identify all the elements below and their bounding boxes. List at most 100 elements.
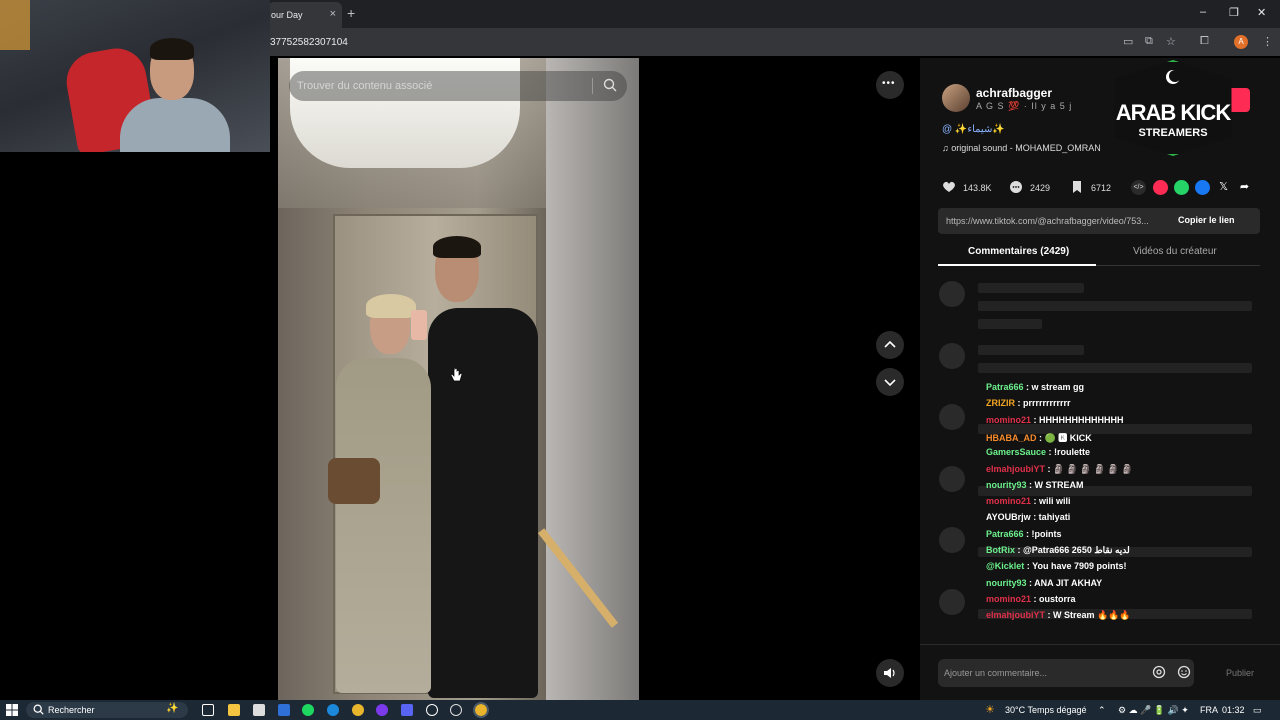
obs-icon[interactable] — [450, 704, 462, 716]
more-icon: ••• — [882, 78, 896, 89]
extensions-icon[interactable]: ⧠ — [1200, 35, 1209, 48]
chat-text: : HHHHHHHHHHHHH — [1031, 414, 1124, 425]
heart-icon[interactable] — [942, 180, 956, 194]
chrome-active-icon[interactable] — [473, 702, 489, 718]
previous-video-button[interactable] — [876, 331, 904, 359]
chat-username[interactable]: momino21 — [986, 415, 1031, 425]
chat-username[interactable]: HBABA_AD — [986, 433, 1037, 443]
chat-username[interactable]: nourity93 — [986, 480, 1027, 490]
facebook-icon[interactable] — [1195, 180, 1210, 195]
bookmark-star-icon[interactable]: ☆ — [1166, 35, 1176, 48]
phone — [411, 310, 427, 340]
repost-icon[interactable] — [1153, 180, 1168, 195]
browser-tab[interactable]: our Day × — [268, 2, 342, 28]
tray-icons[interactable]: ⚙ ☁ 🎤 🔋 🔊 ✦ — [1118, 705, 1189, 716]
author-avatar[interactable] — [942, 84, 970, 112]
related-search-input[interactable] — [297, 76, 587, 96]
copy-link-button[interactable]: Copier le lien — [1178, 215, 1235, 225]
new-tab-button[interactable]: + — [347, 5, 355, 21]
taskbar-search-input[interactable] — [48, 704, 158, 716]
translate-icon[interactable]: ⧉ — [1145, 35, 1153, 48]
restore-button[interactable]: ❐ — [1229, 6, 1239, 19]
language-indicator[interactable]: FRA — [1200, 705, 1218, 715]
chat-message: Patra666 : !points — [986, 529, 1062, 543]
chat-message: elmahjoubiYT : 🗿 🗿 🗿 🗿 🗿 🗿 — [986, 464, 1133, 478]
x-icon[interactable]: 𝕏 — [1216, 180, 1231, 195]
volume-button[interactable] — [876, 659, 904, 687]
comment-input[interactable] — [944, 665, 1154, 681]
emoji-icon[interactable] — [1177, 665, 1191, 679]
sound-row[interactable]: ♫ original sound - MOHAMED_OMRAN — [942, 143, 1101, 153]
tray-chevron-icon[interactable]: ⌃ — [1098, 705, 1106, 716]
taskbar-search-icon — [33, 704, 44, 715]
task-view-icon[interactable] — [202, 704, 214, 716]
embed-code-icon[interactable]: </> — [1131, 180, 1146, 195]
more-options-button[interactable]: ••• — [876, 71, 904, 99]
tab-creator-videos[interactable]: Vidéos du créateur — [1133, 246, 1217, 257]
chat-username[interactable]: @Kicklet — [986, 561, 1024, 571]
chat-message: nourity93 : W STREAM — [986, 480, 1084, 494]
video-caption[interactable]: @ ✨شيماء✨ — [942, 124, 1005, 135]
comment-icon[interactable] — [1009, 180, 1023, 194]
search-icon[interactable] — [603, 78, 617, 92]
chat-username[interactable]: GamersSauce — [986, 447, 1046, 457]
mention-icon[interactable] — [1152, 665, 1166, 679]
chat-username[interactable]: elmahjoubiYT — [986, 464, 1045, 474]
weather-text[interactable]: 30°C Temps dégagé — [1005, 705, 1087, 715]
discord-icon[interactable] — [401, 704, 413, 716]
chat-text: : oustorra — [1031, 593, 1076, 604]
publish-button[interactable]: Publier — [1226, 668, 1254, 678]
like-count: 143.8K — [963, 183, 992, 193]
tab-close-icon[interactable]: × — [330, 8, 336, 20]
chat-message: ZRIZIR : prrrrrrrrrrrr — [986, 398, 1071, 412]
clock[interactable]: 01:32 — [1222, 705, 1245, 715]
windows-start-icon[interactable] — [6, 704, 18, 716]
chat-username[interactable]: momino21 — [986, 594, 1031, 604]
tab-comments[interactable]: Commentaires (2429) — [968, 246, 1069, 257]
spotify-icon[interactable] — [302, 704, 314, 716]
notification-icon[interactable]: ▭ — [1253, 705, 1262, 716]
chrome-icon[interactable] — [352, 704, 364, 716]
author-subtitle: A G S 💯 · Il y a 5 j — [976, 101, 1073, 111]
profile-avatar[interactable]: A — [1234, 35, 1248, 49]
outlook-icon[interactable] — [278, 704, 290, 716]
chat-text: : tahiyati — [1030, 512, 1071, 523]
chat-username[interactable]: nourity93 — [986, 578, 1027, 588]
share-link[interactable]: https://www.tiktok.com/@achrafbagger/vid… — [946, 216, 1172, 226]
speaker-icon — [884, 668, 895, 678]
video-woman — [336, 358, 431, 693]
next-video-button[interactable] — [876, 368, 904, 396]
close-window-button[interactable]: ✕ — [1257, 6, 1266, 19]
settings-gear-icon[interactable] — [426, 704, 438, 716]
chat-username[interactable]: Patra666 — [986, 382, 1024, 392]
chat-text: : ANA JIT AKHAY — [1026, 577, 1103, 588]
logo-subtitle: STREAMERS — [1138, 127, 1208, 139]
browser-menu-icon[interactable]: ⋮ — [1262, 35, 1273, 48]
chat-username[interactable]: ZRIZIR — [986, 398, 1015, 408]
chat-username[interactable]: elmahjoubiYT — [986, 610, 1045, 620]
author-username[interactable]: achrafbagger — [976, 86, 1052, 100]
panel-tabs: Commentaires (2429) Vidéos du créateur — [938, 244, 1260, 266]
file-explorer-icon[interactable] — [228, 704, 240, 716]
share-arrow-icon[interactable]: ➦ — [1237, 180, 1252, 195]
video-man — [428, 308, 538, 698]
chat-text: : 🗿 🗿 🗿 🗿 🗿 🗿 — [1045, 463, 1133, 474]
whatsapp-icon[interactable] — [1174, 180, 1189, 195]
bookmark-icon[interactable] — [1070, 180, 1084, 194]
chat-username[interactable]: BotRix — [986, 545, 1015, 555]
install-app-icon[interactable]: ▭ — [1123, 35, 1133, 48]
chat-text: : 🟢 🅺 KICK — [1036, 432, 1092, 443]
chat-username[interactable]: AYOUBrjw — [986, 512, 1031, 522]
store-icon[interactable] — [253, 704, 265, 716]
chat-message: nourity93 : ANA JIT AKHAY — [986, 578, 1102, 592]
chat-message: BotRix : @Patra666 2650 لديه نقاط — [986, 545, 1130, 559]
chat-username[interactable]: Patra666 — [986, 529, 1024, 539]
edge-icon[interactable] — [327, 704, 339, 716]
chat-message: momino21 : oustorra — [986, 594, 1076, 608]
app-icon[interactable] — [376, 704, 388, 716]
chat-text: : !roulette — [1046, 447, 1091, 458]
comment-input-box — [938, 659, 1194, 687]
chat-message: elmahjoubiYT : W Stream 🔥🔥🔥 — [986, 610, 1131, 624]
chat-username[interactable]: momino21 — [986, 496, 1031, 506]
minimize-button[interactable]: – — [1200, 6, 1206, 18]
